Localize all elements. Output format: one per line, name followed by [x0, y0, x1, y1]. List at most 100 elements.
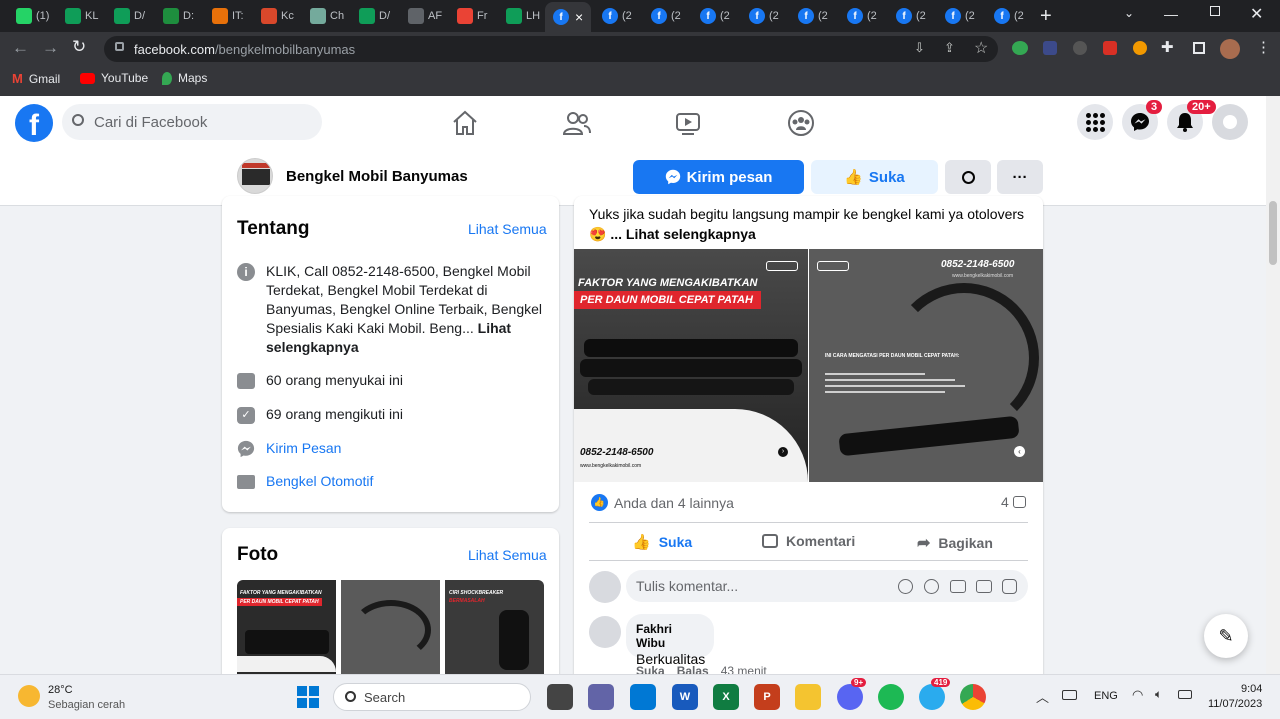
chrome-icon[interactable] — [960, 684, 986, 710]
reactions-summary[interactable]: 👍 Anda dan 4 lainnya — [591, 494, 734, 511]
weather-temp[interactable]: 28°C — [48, 684, 73, 696]
browser-tab[interactable]: D/ — [104, 4, 152, 28]
browser-tab[interactable]: Fr — [447, 4, 495, 28]
extension-icon[interactable] — [1103, 41, 1117, 55]
extension-icon[interactable] — [1043, 41, 1057, 55]
home-icon[interactable] — [450, 108, 480, 138]
prev-image-icon[interactable]: ‹ — [1014, 446, 1025, 457]
extension-icon[interactable] — [1133, 41, 1147, 55]
tab-active-facebook[interactable]: f × — [545, 2, 591, 32]
telegram-icon[interactable]: 419 — [919, 678, 951, 710]
comment-count[interactable]: 4 — [1001, 494, 1026, 510]
facebook-logo-icon[interactable]: f — [15, 104, 53, 142]
photo-thumbnail[interactable]: FAKTOR YANG MENGAKIBATKAN PER DAUN MOBIL… — [237, 580, 336, 680]
clock-date[interactable]: 11/07/2023 — [1208, 698, 1262, 710]
windows-start-icon[interactable] — [297, 686, 319, 708]
bookmark-maps[interactable]: Maps — [162, 71, 207, 85]
send-message-button[interactable]: Kirim pesan — [633, 160, 804, 194]
browser-tab[interactable]: IT: — [202, 4, 250, 28]
emoji-icon[interactable] — [924, 579, 939, 594]
photo-thumbnail[interactable] — [341, 580, 440, 680]
scrollbar-thumb[interactable] — [1269, 201, 1277, 265]
comment-author-avatar[interactable] — [589, 616, 621, 648]
browser-tab-facebook[interactable]: f (2 — [739, 4, 787, 28]
extensions-puzzle-icon[interactable]: ✚ — [1161, 38, 1174, 56]
page-avatar[interactable] — [237, 158, 273, 194]
menu-button[interactable] — [1077, 104, 1113, 140]
minimize-icon[interactable]: — — [1164, 6, 1178, 22]
browser-tab-facebook[interactable]: f (2 — [984, 4, 1032, 28]
browser-tab-facebook[interactable]: f (2 — [641, 4, 689, 28]
discord-icon[interactable]: 9+ — [837, 678, 867, 710]
side-panel-icon[interactable] — [1193, 42, 1205, 54]
wifi-icon[interactable]: ◠ — [1132, 687, 1143, 703]
browser-tab[interactable]: Ch — [300, 4, 348, 28]
comment-button[interactable]: Komentari — [762, 533, 855, 549]
forward-icon[interactable]: → — [42, 38, 59, 58]
next-image-icon[interactable]: › — [778, 447, 788, 457]
share-button[interactable]: ➦ Bagikan — [917, 533, 993, 553]
page-search-button[interactable] — [945, 160, 991, 194]
like-post-button[interactable]: 👍 Suka — [632, 533, 692, 551]
bookmark-gmail[interactable]: M Gmail — [12, 71, 60, 86]
address-bar[interactable]: facebook.com/bengkelmobilbanyumas ⇩ ⇪ ☆ — [104, 36, 998, 62]
comment-input[interactable]: Tulis komentar... — [626, 570, 1028, 602]
tab-close-icon[interactable]: × — [575, 9, 583, 25]
photo-thumbnail[interactable]: CIRI SHOCKBREAKER BERMASALAH — [445, 580, 544, 680]
like-page-button[interactable]: 👍 Suka — [811, 160, 938, 194]
restore-icon[interactable] — [1210, 6, 1220, 16]
vscode-icon[interactable] — [630, 684, 656, 710]
browser-tab[interactable]: KL — [55, 4, 103, 28]
show-hidden-icons-chevron-icon[interactable]: ︿ — [1036, 687, 1049, 706]
reload-icon[interactable]: ↻ — [72, 37, 86, 57]
friends-icon[interactable] — [562, 108, 592, 138]
groups-icon[interactable] — [786, 108, 816, 138]
messenger-button[interactable]: 3 — [1122, 100, 1163, 140]
browser-tab-facebook[interactable]: f (2 — [837, 4, 885, 28]
share-icon[interactable]: ⇪ — [944, 40, 955, 56]
post-image[interactable]: 0852-2148-6500 www.bengkelkakimobil.com … — [809, 249, 1043, 482]
battery-icon[interactable] — [1178, 690, 1192, 699]
browser-tab-facebook[interactable]: f (2 — [886, 4, 934, 28]
photos-see-all-link[interactable]: Lihat Semua — [468, 547, 547, 563]
browser-tab[interactable]: D/ — [349, 4, 397, 28]
watch-icon[interactable] — [673, 108, 703, 138]
browser-tab-facebook[interactable]: f (2 — [690, 4, 738, 28]
browser-tab[interactable]: D: — [153, 4, 201, 28]
browser-tab[interactable]: LH — [496, 4, 544, 28]
gif-icon[interactable] — [976, 580, 992, 593]
search-input[interactable]: Cari di Facebook — [62, 104, 322, 140]
browser-tab-facebook[interactable]: f (2 — [788, 4, 836, 28]
install-icon[interactable]: ⇩ — [914, 40, 925, 56]
more-options-button[interactable]: ··· — [997, 160, 1043, 194]
page-scrollbar[interactable] — [1266, 96, 1280, 674]
send-message-link[interactable]: Kirim Pesan — [266, 439, 341, 459]
word-icon[interactable]: W — [672, 684, 698, 710]
spotify-icon[interactable] — [878, 684, 904, 710]
teams-icon[interactable] — [588, 684, 614, 710]
tab-search-chevron-icon[interactable]: ⌄ — [1124, 6, 1134, 20]
browser-tab[interactable]: AF — [398, 4, 446, 28]
sticker-icon[interactable] — [1002, 579, 1017, 594]
bookmark-youtube[interactable]: YouTube — [80, 71, 148, 85]
post-see-more[interactable]: ... Lihat selengkapnya — [610, 226, 756, 242]
excel-icon[interactable]: X — [713, 684, 739, 710]
clock-time[interactable]: 9:04 — [1241, 683, 1262, 695]
commenter-avatar[interactable] — [589, 571, 621, 603]
weather-icon[interactable] — [18, 685, 40, 707]
category-link[interactable]: Bengkel Otomotif — [266, 472, 373, 492]
close-window-icon[interactable]: ✕ — [1250, 4, 1263, 24]
keyboard-icon[interactable] — [1062, 690, 1077, 700]
browser-tab-facebook[interactable]: f (2 — [592, 4, 640, 28]
browser-tab[interactable]: Kc — [251, 4, 299, 28]
profile-avatar[interactable] — [1220, 39, 1240, 59]
post-image[interactable]: FAKTOR YANG MENGAKIBATKAN PER DAUN MOBIL… — [574, 249, 808, 482]
powerpoint-icon[interactable]: P — [754, 684, 780, 710]
new-tab-button[interactable]: + — [1040, 5, 1052, 28]
browser-tab[interactable]: (1) — [6, 4, 54, 28]
notifications-button[interactable]: 20+ — [1167, 100, 1216, 140]
page-title[interactable]: Bengkel Mobil Banyumas — [286, 168, 468, 185]
about-see-all-link[interactable]: Lihat Semua — [468, 221, 547, 237]
language-indicator[interactable]: ENG — [1094, 690, 1118, 702]
chrome-menu-icon[interactable]: ⋮ — [1256, 38, 1271, 56]
